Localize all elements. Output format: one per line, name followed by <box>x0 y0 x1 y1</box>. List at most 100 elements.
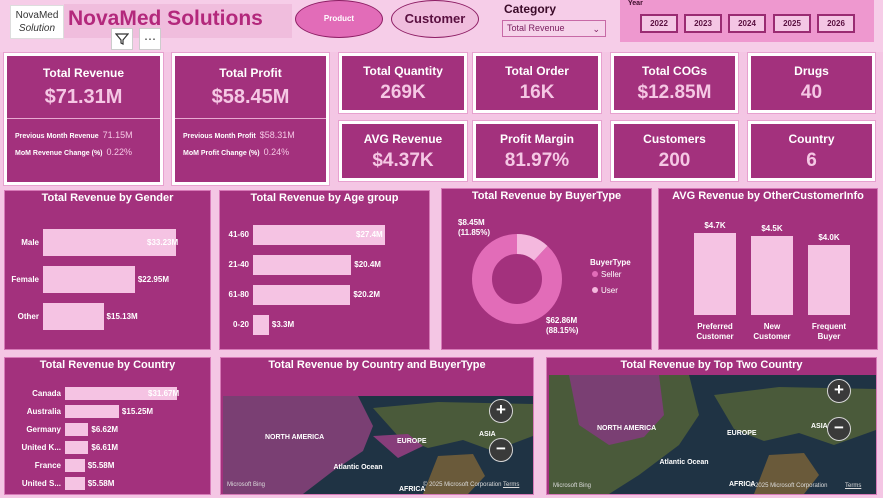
map-credit: © 2025 Microsoft Corporation <box>749 483 828 489</box>
data-label: $4.0K <box>818 233 840 243</box>
category-label: Canada <box>32 388 61 398</box>
kpi-label: Country <box>788 132 835 146</box>
year-slicer: Year 2022 2023 2024 2025 2026 <box>620 0 874 42</box>
chart-avg-revenue-by-customer-info[interactable]: AVG Revenue by OtherCustomerInfo $4.7K Pr… <box>658 188 878 350</box>
category-label: Germany <box>26 424 61 434</box>
bar <box>253 255 352 275</box>
kpi-label: AVG Revenue <box>363 132 443 146</box>
map-label: EUROPE <box>397 438 427 445</box>
kpi-mom-change: MoM Revenue Change (%) 0.22% <box>15 147 132 157</box>
chart-revenue-by-age[interactable]: Total Revenue by Age group 41-60 $27.4M 21… <box>219 190 430 350</box>
map-canvas[interactable]: NORTH AMERICA EUROPE ASIA Atlantic Ocean… <box>223 396 533 494</box>
category-label: Frequent <box>811 322 847 331</box>
donut-slice-seller[interactable] <box>472 234 562 324</box>
kpi-value: $12.85M <box>637 82 712 103</box>
bar <box>751 236 793 315</box>
kpi-label: Total Order <box>505 64 569 78</box>
kpi-value: $71.31M <box>44 86 123 108</box>
zoom-out-icon[interactable]: − <box>489 438 513 462</box>
zoom-out-icon[interactable]: − <box>827 417 851 441</box>
legend-marker <box>592 271 598 277</box>
bar <box>808 245 850 315</box>
kpi-total-profit: Total Profit $58.45M Previous Month Prof… <box>171 52 330 186</box>
category-label: Other <box>17 311 39 321</box>
kpi-profit-margin: Profit Margin 81.97% <box>472 120 602 182</box>
category-label: United K... <box>21 442 61 452</box>
category-label: Female <box>11 274 39 284</box>
chart-title: Total Revenue by Top Two Country <box>620 359 803 371</box>
kpi-value: 16K <box>519 82 555 103</box>
kpi-label: Total Profit <box>219 66 282 80</box>
kpi-label: Total Quantity <box>363 64 443 78</box>
category-label: 0-20 <box>232 320 249 329</box>
kpi-value: $4.37K <box>372 150 434 171</box>
map-revenue-by-top-two-country[interactable]: Total Revenue by Top Two Country NORTH A… <box>546 357 877 495</box>
data-label: $6.61M <box>91 442 119 452</box>
kpi-mom-change: MoM Profit Change (%) 0.24% <box>183 147 290 157</box>
map-terms-link[interactable]: Terms <box>845 483 861 489</box>
kpi-prev-month: Previous Month Revenue 71.15M <box>15 130 133 140</box>
nav-product-button[interactable]: Product <box>295 0 383 38</box>
category-label: 61-80 <box>228 290 249 299</box>
data-label: (11.85%) <box>458 228 490 237</box>
category-label: Male <box>21 237 39 247</box>
kpi-total-quantity: Total Quantity 269K <box>338 52 468 114</box>
data-label: (88.15%) <box>546 326 579 335</box>
category-label: Customer <box>753 332 791 341</box>
category-label: Buyer <box>817 332 841 341</box>
data-label: $62.86M <box>546 316 577 325</box>
category-label: New <box>763 322 781 331</box>
zoom-in-icon[interactable]: + <box>489 399 513 423</box>
chart-title: Total Revenue by Gender <box>41 192 174 204</box>
category-label: Category <box>504 2 557 16</box>
chart-revenue-by-country[interactable]: Total Revenue by Country Canada $31.67M Au… <box>4 357 211 495</box>
filter-icon[interactable] <box>111 28 133 50</box>
kpi-value: 200 <box>658 150 691 171</box>
more-options-icon[interactable]: ⋯ <box>139 28 161 50</box>
kpi-value: 269K <box>380 82 426 103</box>
category-label: 21-40 <box>228 260 249 269</box>
bar <box>65 405 119 418</box>
data-label: $8.45M <box>458 218 485 227</box>
divider <box>7 118 160 119</box>
bar <box>65 459 85 472</box>
legend-title: BuyerType <box>590 258 631 267</box>
category-label: United S... <box>21 478 61 488</box>
kpi-total-revenue: Total Revenue $71.31M Previous Month Rev… <box>3 52 164 186</box>
kpi-label: Customers <box>643 132 706 146</box>
nav-customer-button[interactable]: Customer <box>391 0 479 38</box>
kpi-label: Total COGs <box>641 64 708 78</box>
chart-revenue-by-buyertype[interactable]: Total Revenue by BuyerType $8.45M (11.85%… <box>441 188 652 350</box>
chart-title: Total Revenue by Country <box>39 359 176 371</box>
bar <box>65 441 89 454</box>
data-label: $15.13M <box>106 311 138 321</box>
data-label: $15.25M <box>121 406 154 416</box>
map-terms-link[interactable]: Terms <box>503 482 519 488</box>
logo: NovaMed Solution <box>10 5 64 39</box>
data-label: $3.3M <box>271 320 295 329</box>
kpi-value: 81.97% <box>504 150 570 171</box>
chart-title: Total Revenue by Age group <box>250 192 399 204</box>
year-button-2025[interactable]: 2025 <box>773 14 811 33</box>
chart-title: Total Revenue by Country and BuyerType <box>268 359 486 371</box>
data-label: $4.7K <box>704 221 726 230</box>
map-terrain <box>223 396 533 494</box>
legend-item: User <box>601 286 618 295</box>
category-dropdown[interactable]: Total Revenue ⌄ <box>502 20 606 37</box>
data-label: $33.23M <box>147 237 179 247</box>
data-label: $22.95M <box>137 274 169 284</box>
category-label: Preferred <box>697 322 733 331</box>
year-button-2024[interactable]: 2024 <box>728 14 766 33</box>
year-button-2026[interactable]: 2026 <box>817 14 855 33</box>
kpi-label: Total Revenue <box>42 66 125 80</box>
map-revenue-by-country-buyertype[interactable]: Total Revenue by Country and BuyerType N… <box>220 357 534 495</box>
kpi-value: 6 <box>806 150 817 171</box>
map-bing-logo: Microsoft Bing <box>227 482 266 488</box>
year-button-2023[interactable]: 2023 <box>684 14 722 33</box>
year-button-2022[interactable]: 2022 <box>640 14 678 33</box>
zoom-in-icon[interactable]: + <box>827 379 851 403</box>
bar <box>65 423 89 436</box>
chart-revenue-by-gender[interactable]: Total Revenue by Gender Male $33.23M Femal… <box>4 190 211 350</box>
kpi-value: $58.45M <box>211 86 290 108</box>
map-canvas[interactable]: NORTH AMERICA EUROPE ASIA Atlantic Ocean… <box>549 375 876 494</box>
